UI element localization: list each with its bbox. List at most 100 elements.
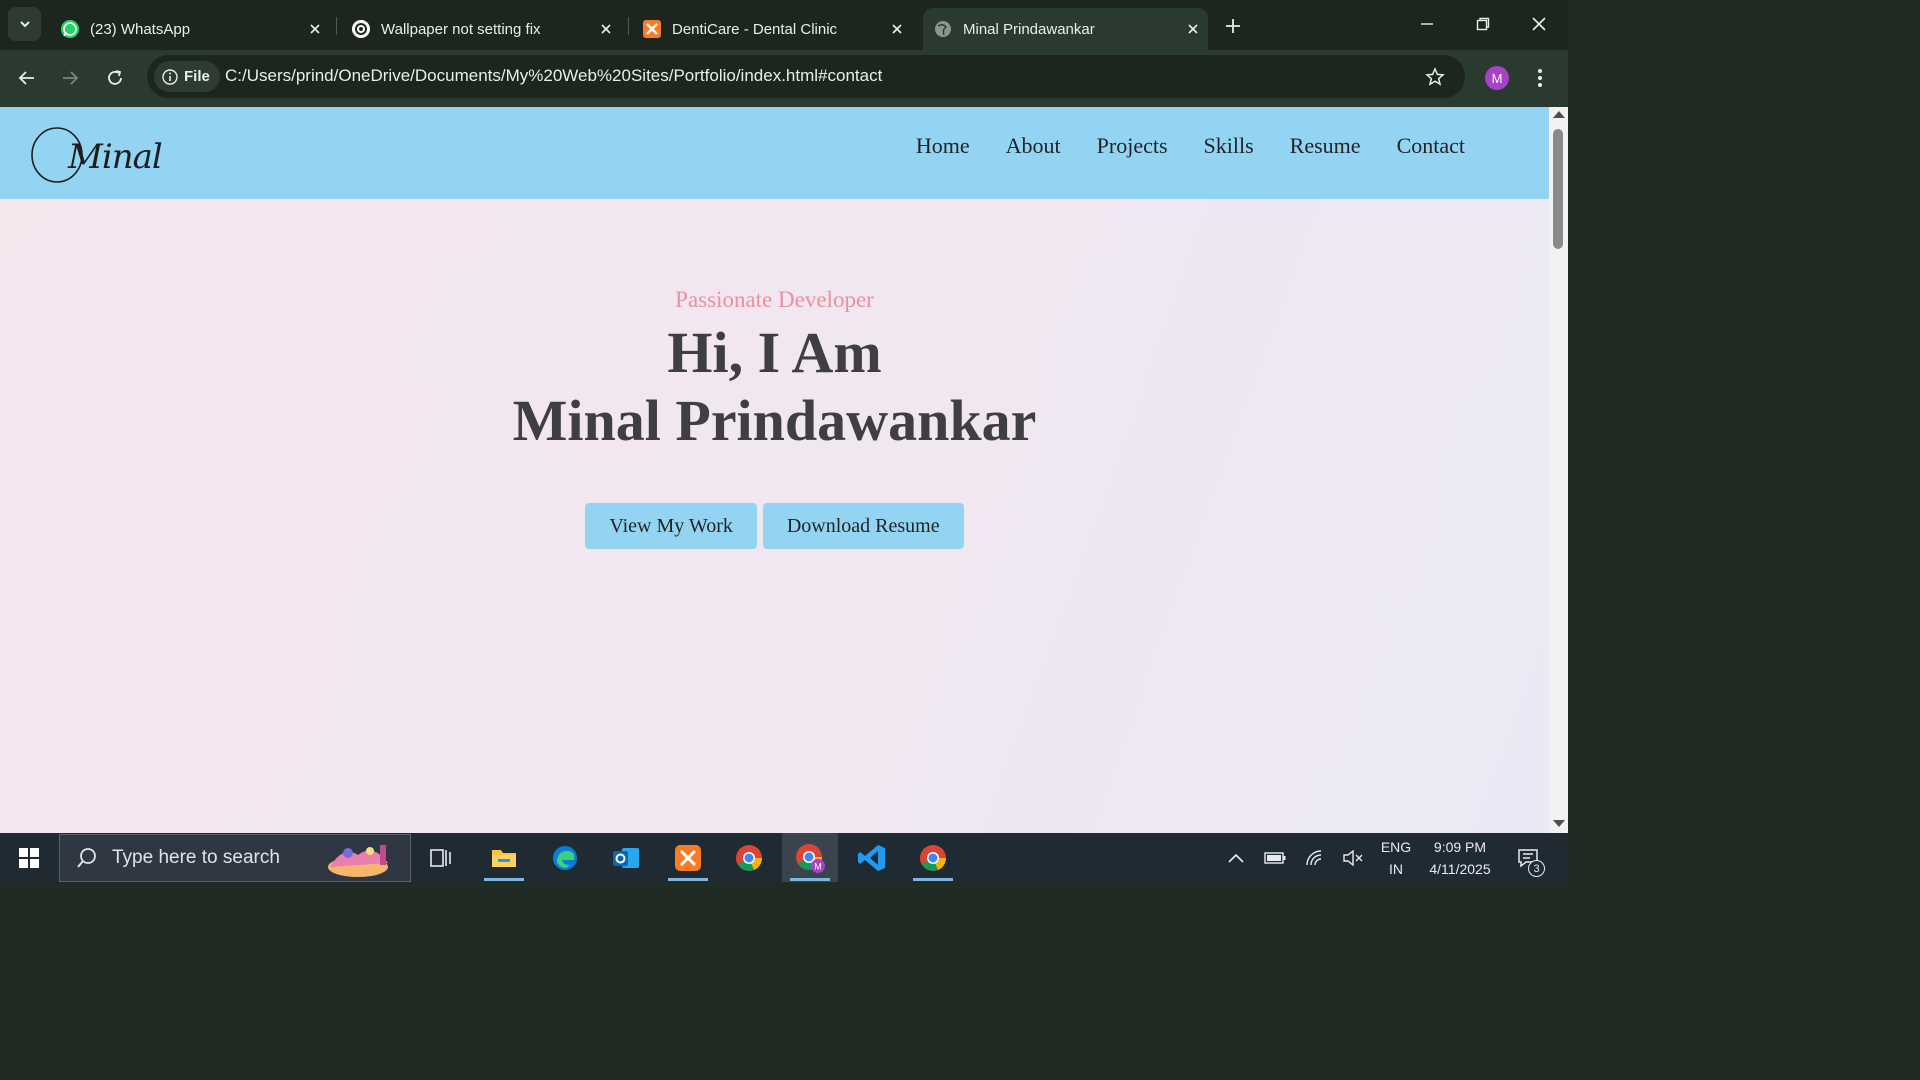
show-hidden-icons-button[interactable] — [1222, 833, 1250, 882]
chevron-up-icon — [1228, 853, 1244, 863]
download-resume-button[interactable]: Download Resume — [762, 503, 964, 549]
clock-time: 9:09 PM — [1433, 838, 1487, 855]
task-view-icon — [430, 848, 451, 867]
outlook-icon — [613, 847, 639, 868]
tab-minal-prindawankar[interactable]: Minal Prindawankar — [923, 8, 1208, 50]
page-scrollbar[interactable] — [1549, 107, 1568, 833]
language-indicator[interactable]: ENG IN — [1374, 833, 1418, 882]
hero-title-line2: Minal Prindawankar — [512, 388, 1037, 453]
vscode-button[interactable] — [844, 833, 900, 882]
edge-button[interactable] — [537, 833, 593, 882]
tab-title: Minal Prindawankar — [963, 20, 1095, 38]
info-icon — [162, 68, 178, 85]
edge-icon — [553, 845, 577, 870]
page-viewport: Minal Home About Projects Skills Resume … — [0, 107, 1549, 833]
hero-section: Passionate Developer Hi, I Am Minal Prin… — [0, 287, 1549, 549]
nav-home[interactable]: Home — [916, 133, 970, 159]
nav-skills[interactable]: Skills — [1204, 133, 1254, 159]
battery-icon — [1264, 851, 1286, 864]
site-nav: Home About Projects Skills Resume Contac… — [916, 133, 1465, 159]
speaker-muted-icon — [1343, 849, 1363, 866]
network-indicator[interactable] — [1300, 833, 1330, 882]
site-logo[interactable]: Minal — [30, 125, 163, 185]
hero-title-line1: Hi, I Am — [667, 320, 882, 385]
chevron-down-icon — [19, 21, 30, 28]
nav-contact[interactable]: Contact — [1397, 133, 1465, 159]
more-vertical-icon — [1538, 69, 1542, 87]
chatgpt-icon — [351, 19, 371, 39]
xampp-icon — [642, 19, 662, 39]
outlook-button[interactable] — [598, 833, 654, 882]
bookmark-star-button[interactable] — [1423, 65, 1447, 89]
site-chip-label: File — [184, 68, 210, 85]
chrome-button[interactable] — [721, 833, 777, 882]
xampp-button[interactable] — [660, 833, 716, 882]
chrome-profile-button[interactable]: M — [782, 833, 838, 882]
url-text[interactable]: C:/Users/prind/OneDrive/Documents/My%20W… — [225, 66, 882, 86]
nav-resume[interactable]: Resume — [1290, 133, 1361, 159]
restore-button[interactable] — [1460, 6, 1506, 42]
close-tab-icon[interactable] — [886, 18, 908, 40]
close-icon — [1532, 17, 1546, 31]
site-header: Minal Home About Projects Skills Resume … — [0, 107, 1549, 199]
region-code: IN — [1389, 860, 1403, 877]
restore-icon — [1476, 17, 1490, 31]
chrome-icon — [736, 844, 762, 871]
scroll-up-arrow-icon[interactable] — [1553, 111, 1565, 118]
close-tab-icon[interactable] — [595, 18, 617, 40]
tab-title: Wallpaper not setting fix — [381, 20, 541, 38]
reload-button[interactable] — [99, 62, 131, 94]
close-tab-icon[interactable] — [304, 18, 326, 40]
notification-count-badge: 3 — [1528, 860, 1545, 877]
tab-title: (23) WhatsApp — [90, 20, 191, 38]
arrow-right-icon — [63, 71, 79, 85]
view-my-work-button[interactable]: View My Work — [585, 503, 757, 549]
chrome-icon — [920, 844, 946, 871]
wifi-icon — [1306, 849, 1322, 865]
chrome-second-button[interactable] — [905, 833, 961, 882]
file-explorer-icon — [492, 849, 516, 867]
start-button[interactable] — [0, 833, 58, 882]
windows-logo-icon — [19, 847, 39, 868]
tab-denticare[interactable]: DentiCare - Dental Clinic — [632, 8, 912, 50]
browser-menu-button[interactable] — [1530, 64, 1550, 92]
hero-eyebrow: Passionate Developer — [675, 287, 874, 312]
scroll-thumb[interactable] — [1553, 129, 1563, 249]
scroll-down-arrow-icon[interactable] — [1553, 820, 1565, 827]
xampp-icon — [675, 844, 701, 871]
windows-taskbar: Type here to search M ENG IN 9:09 PM 4/1… — [0, 833, 1568, 882]
reload-icon — [108, 70, 122, 85]
tab-search-button[interactable] — [8, 7, 41, 41]
close-window-button[interactable] — [1516, 6, 1562, 42]
minimize-button[interactable] — [1404, 6, 1450, 42]
taskbar-search-box[interactable]: Type here to search — [59, 834, 411, 882]
nav-projects[interactable]: Projects — [1097, 133, 1168, 159]
tab-whatsapp[interactable]: (23) WhatsApp — [50, 8, 330, 50]
volume-indicator[interactable] — [1338, 833, 1368, 882]
nav-about[interactable]: About — [1006, 133, 1061, 159]
address-bar[interactable]: File C:/Users/prind/OneDrive/Documents/M… — [147, 55, 1465, 98]
new-tab-button[interactable] — [1219, 12, 1247, 40]
clock[interactable]: 9:09 PM 4/11/2025 — [1420, 833, 1500, 882]
back-button[interactable] — [11, 62, 43, 94]
profile-avatar[interactable]: M — [1485, 66, 1509, 90]
task-view-button[interactable] — [413, 833, 469, 882]
minimize-icon — [1421, 23, 1433, 25]
star-icon — [1425, 67, 1445, 86]
logo-text: Minal — [68, 137, 163, 177]
search-placeholder: Type here to search — [112, 847, 280, 868]
arrow-left-icon — [18, 71, 34, 85]
battery-indicator[interactable] — [1260, 833, 1290, 882]
chrome-profile-icon: M — [796, 843, 825, 873]
close-tab-icon[interactable] — [1182, 18, 1204, 40]
forward-button[interactable] — [54, 62, 86, 94]
whatsapp-icon — [60, 19, 80, 39]
file-explorer-button[interactable] — [476, 833, 532, 882]
search-highlight-image — [328, 845, 388, 877]
browser-toolbar: File C:/Users/prind/OneDrive/Documents/M… — [0, 50, 1568, 107]
tab-separator — [628, 17, 629, 35]
tab-wallpaper-fix[interactable]: Wallpaper not setting fix — [341, 8, 621, 50]
tab-separator — [336, 17, 337, 35]
clock-date: 4/11/2025 — [1429, 860, 1491, 877]
language-code: ENG — [1380, 838, 1412, 855]
